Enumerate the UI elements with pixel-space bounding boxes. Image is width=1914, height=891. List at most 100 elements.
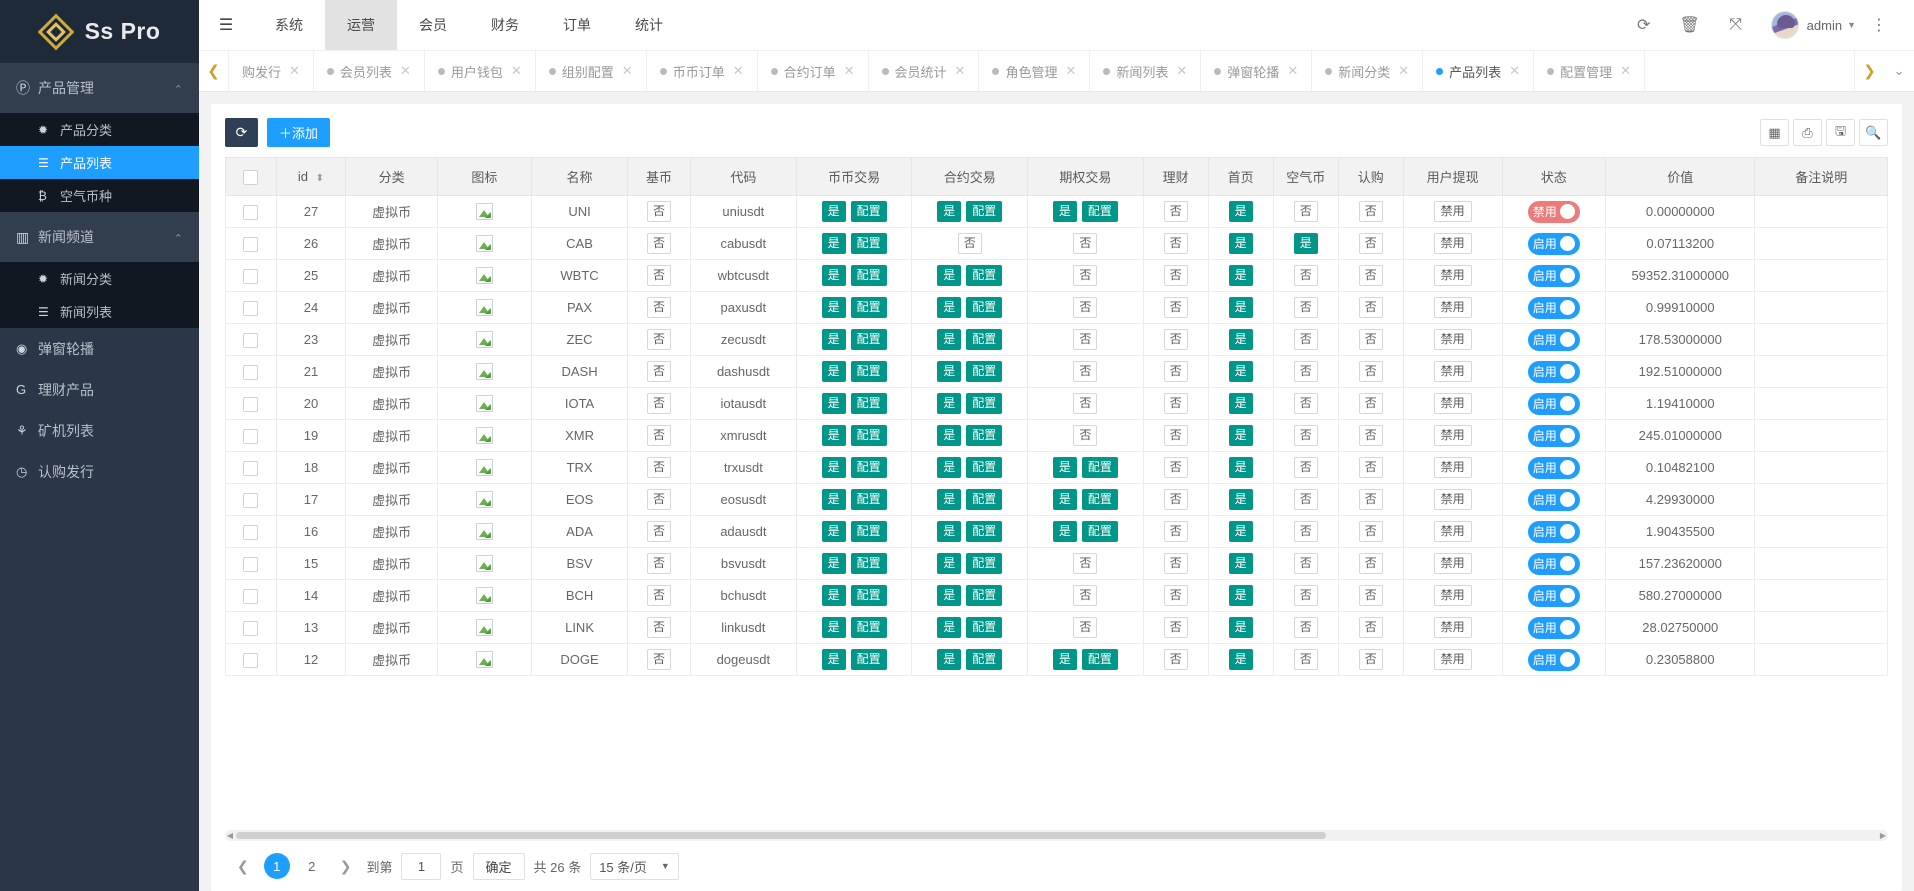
tab-config-management[interactable]: 配置管理 ✕ xyxy=(1534,51,1645,91)
coin-trade-config-badge[interactable]: 配置 xyxy=(850,649,887,670)
option-trade-config-badge[interactable]: 配置 xyxy=(1081,457,1118,478)
contract-trade-yes-badge[interactable]: 是 xyxy=(937,489,962,510)
option-trade-no-badge[interactable]: 否 xyxy=(1073,585,1098,606)
row-checkbox[interactable] xyxy=(243,204,259,220)
contract-trade-no-badge[interactable]: 否 xyxy=(957,233,982,254)
tabs-scroll-right-button[interactable]: ❯ xyxy=(1854,51,1884,91)
coin-trade-config-badge[interactable]: 配置 xyxy=(850,265,887,286)
status-toggle[interactable]: 禁用 xyxy=(1527,200,1580,223)
contract-trade-yes-badge[interactable]: 是 xyxy=(937,553,962,574)
status-toggle[interactable]: 启用 xyxy=(1527,232,1580,255)
add-button[interactable]: ＋添加 xyxy=(267,118,331,147)
tab-close-icon[interactable]: ✕ xyxy=(400,63,411,79)
brand-logo[interactable]: Ss Pro xyxy=(0,0,199,63)
air-coin-badge[interactable]: 否 xyxy=(1293,553,1318,574)
tab-role-management[interactable]: 角色管理 ✕ xyxy=(979,51,1091,91)
topnav-item-statistics[interactable]: 统计 xyxy=(613,0,685,50)
table-row[interactable]: 14 虚拟币 BCH 否 bchusdt 是配置是配置否否是否否禁用 启用 580.27000… xyxy=(225,579,1888,612)
air-coin-badge[interactable]: 否 xyxy=(1293,361,1318,382)
contract-trade-yes-badge[interactable]: 是 xyxy=(937,361,962,382)
table-row[interactable]: 16 虚拟币 ADA 否 adausdt 是配置是配置是配置否是否否禁用 启用 1.90435… xyxy=(225,515,1888,548)
contract-trade-config-badge[interactable]: 配置 xyxy=(966,265,1003,286)
tab-gou-fa-xing[interactable]: 购发行 ✕ xyxy=(229,51,314,91)
coin-trade-config-badge[interactable]: 配置 xyxy=(850,361,887,382)
coin-trade-config-badge[interactable]: 配置 xyxy=(850,553,887,574)
row-checkbox[interactable] xyxy=(243,332,259,348)
coin-trade-yes-badge[interactable]: 是 xyxy=(821,489,846,510)
contract-trade-config-badge[interactable]: 配置 xyxy=(966,425,1003,446)
finance-badge[interactable]: 否 xyxy=(1163,233,1188,254)
air-coin-badge[interactable]: 否 xyxy=(1293,265,1318,286)
coin-trade-yes-badge[interactable]: 是 xyxy=(821,425,846,446)
coin-trade-yes-badge[interactable]: 是 xyxy=(821,521,846,542)
contract-trade-config-badge[interactable]: 配置 xyxy=(966,489,1003,510)
table-row[interactable]: 15 虚拟币 BSV 否 bsvusdt 是配置是配置否否是否否禁用 启用 157.23620… xyxy=(225,547,1888,580)
status-toggle[interactable]: 启用 xyxy=(1527,616,1580,639)
row-checkbox[interactable] xyxy=(243,300,259,316)
option-trade-config-badge[interactable]: 配置 xyxy=(1081,649,1118,670)
table-row[interactable]: 21 虚拟币 DASH 否 dashusdt 是配置是配置否否是否否禁用 启用 192.510… xyxy=(225,355,1888,388)
coin-trade-config-badge[interactable]: 配置 xyxy=(850,521,887,542)
option-trade-config-badge[interactable]: 配置 xyxy=(1081,521,1118,542)
contract-trade-config-badge[interactable]: 配置 xyxy=(966,361,1003,382)
finance-badge[interactable]: 否 xyxy=(1163,425,1188,446)
user-withdraw-badge[interactable]: 禁用 xyxy=(1433,521,1472,542)
contract-trade-config-badge[interactable]: 配置 xyxy=(966,617,1003,638)
pagination-page-2[interactable]: 2 xyxy=(299,853,325,879)
user-withdraw-badge[interactable]: 禁用 xyxy=(1433,393,1472,414)
coin-trade-yes-badge[interactable]: 是 xyxy=(821,329,846,350)
tab-close-icon[interactable]: ✕ xyxy=(289,63,300,79)
base-coin-badge[interactable]: 否 xyxy=(647,457,672,478)
status-toggle[interactable]: 启用 xyxy=(1527,648,1580,671)
coin-trade-config-badge[interactable]: 配置 xyxy=(850,201,887,222)
finance-badge[interactable]: 否 xyxy=(1163,489,1188,510)
homepage-badge[interactable]: 是 xyxy=(1228,201,1253,222)
table-row[interactable]: 17 虚拟币 EOS 否 eosusdt 是配置是配置是配置否是否否禁用 启用 4.29930… xyxy=(225,483,1888,516)
topnav-item-operation[interactable]: 运营 xyxy=(325,0,397,50)
subscription-badge[interactable]: 否 xyxy=(1358,233,1383,254)
table-row[interactable]: 13 虚拟币 LINK 否 linkusdt 是配置是配置否否是否否禁用 启用 28.0275… xyxy=(225,611,1888,644)
user-withdraw-badge[interactable]: 禁用 xyxy=(1433,329,1472,350)
coin-trade-yes-badge[interactable]: 是 xyxy=(821,649,846,670)
homepage-badge[interactable]: 是 xyxy=(1228,617,1253,638)
contract-trade-yes-badge[interactable]: 是 xyxy=(937,265,962,286)
row-checkbox[interactable] xyxy=(243,556,259,572)
row-checkbox[interactable] xyxy=(243,652,259,668)
tab-close-icon[interactable]: ✕ xyxy=(1620,63,1631,79)
base-coin-badge[interactable]: 否 xyxy=(647,265,672,286)
subscription-badge[interactable]: 否 xyxy=(1358,329,1383,350)
user-withdraw-badge[interactable]: 禁用 xyxy=(1433,425,1472,446)
row-checkbox[interactable] xyxy=(243,428,259,444)
export-icon[interactable]: 🖫 xyxy=(1826,119,1855,146)
coin-trade-config-badge[interactable]: 配置 xyxy=(850,297,887,318)
avatar[interactable] xyxy=(1770,11,1799,39)
tab-close-icon[interactable]: ✕ xyxy=(844,63,855,79)
subscription-badge[interactable]: 否 xyxy=(1358,457,1383,478)
finance-badge[interactable]: 否 xyxy=(1163,361,1188,382)
finance-badge[interactable]: 否 xyxy=(1163,553,1188,574)
finance-badge[interactable]: 否 xyxy=(1163,617,1188,638)
coin-trade-yes-badge[interactable]: 是 xyxy=(821,617,846,638)
subscription-badge[interactable]: 否 xyxy=(1358,297,1383,318)
tab-member-list[interactable]: 会员列表 ✕ xyxy=(314,51,425,91)
status-toggle[interactable]: 启用 xyxy=(1527,296,1580,319)
option-trade-config-badge[interactable]: 配置 xyxy=(1081,201,1118,222)
homepage-badge[interactable]: 是 xyxy=(1228,521,1253,542)
refresh-button[interactable]: ⟳ xyxy=(225,118,258,147)
user-withdraw-badge[interactable]: 禁用 xyxy=(1433,585,1472,606)
base-coin-badge[interactable]: 否 xyxy=(647,585,672,606)
row-checkbox[interactable] xyxy=(243,460,259,476)
row-checkbox[interactable] xyxy=(243,396,259,412)
more-menu-icon[interactable]: ⋮ xyxy=(1856,0,1902,51)
topnav-item-order[interactable]: 订单 xyxy=(541,0,613,50)
coin-trade-config-badge[interactable]: 配置 xyxy=(850,617,887,638)
contract-trade-config-badge[interactable]: 配置 xyxy=(966,201,1003,222)
base-coin-badge[interactable]: 否 xyxy=(647,361,672,382)
row-checkbox[interactable] xyxy=(243,620,259,636)
tab-close-icon[interactable]: ✕ xyxy=(1287,63,1298,79)
air-coin-badge[interactable]: 否 xyxy=(1293,201,1318,222)
contract-trade-yes-badge[interactable]: 是 xyxy=(937,329,962,350)
option-trade-no-badge[interactable]: 否 xyxy=(1073,297,1098,318)
option-trade-no-badge[interactable]: 否 xyxy=(1073,233,1098,254)
tab-news-list[interactable]: 新闻列表 ✕ xyxy=(1090,51,1202,91)
